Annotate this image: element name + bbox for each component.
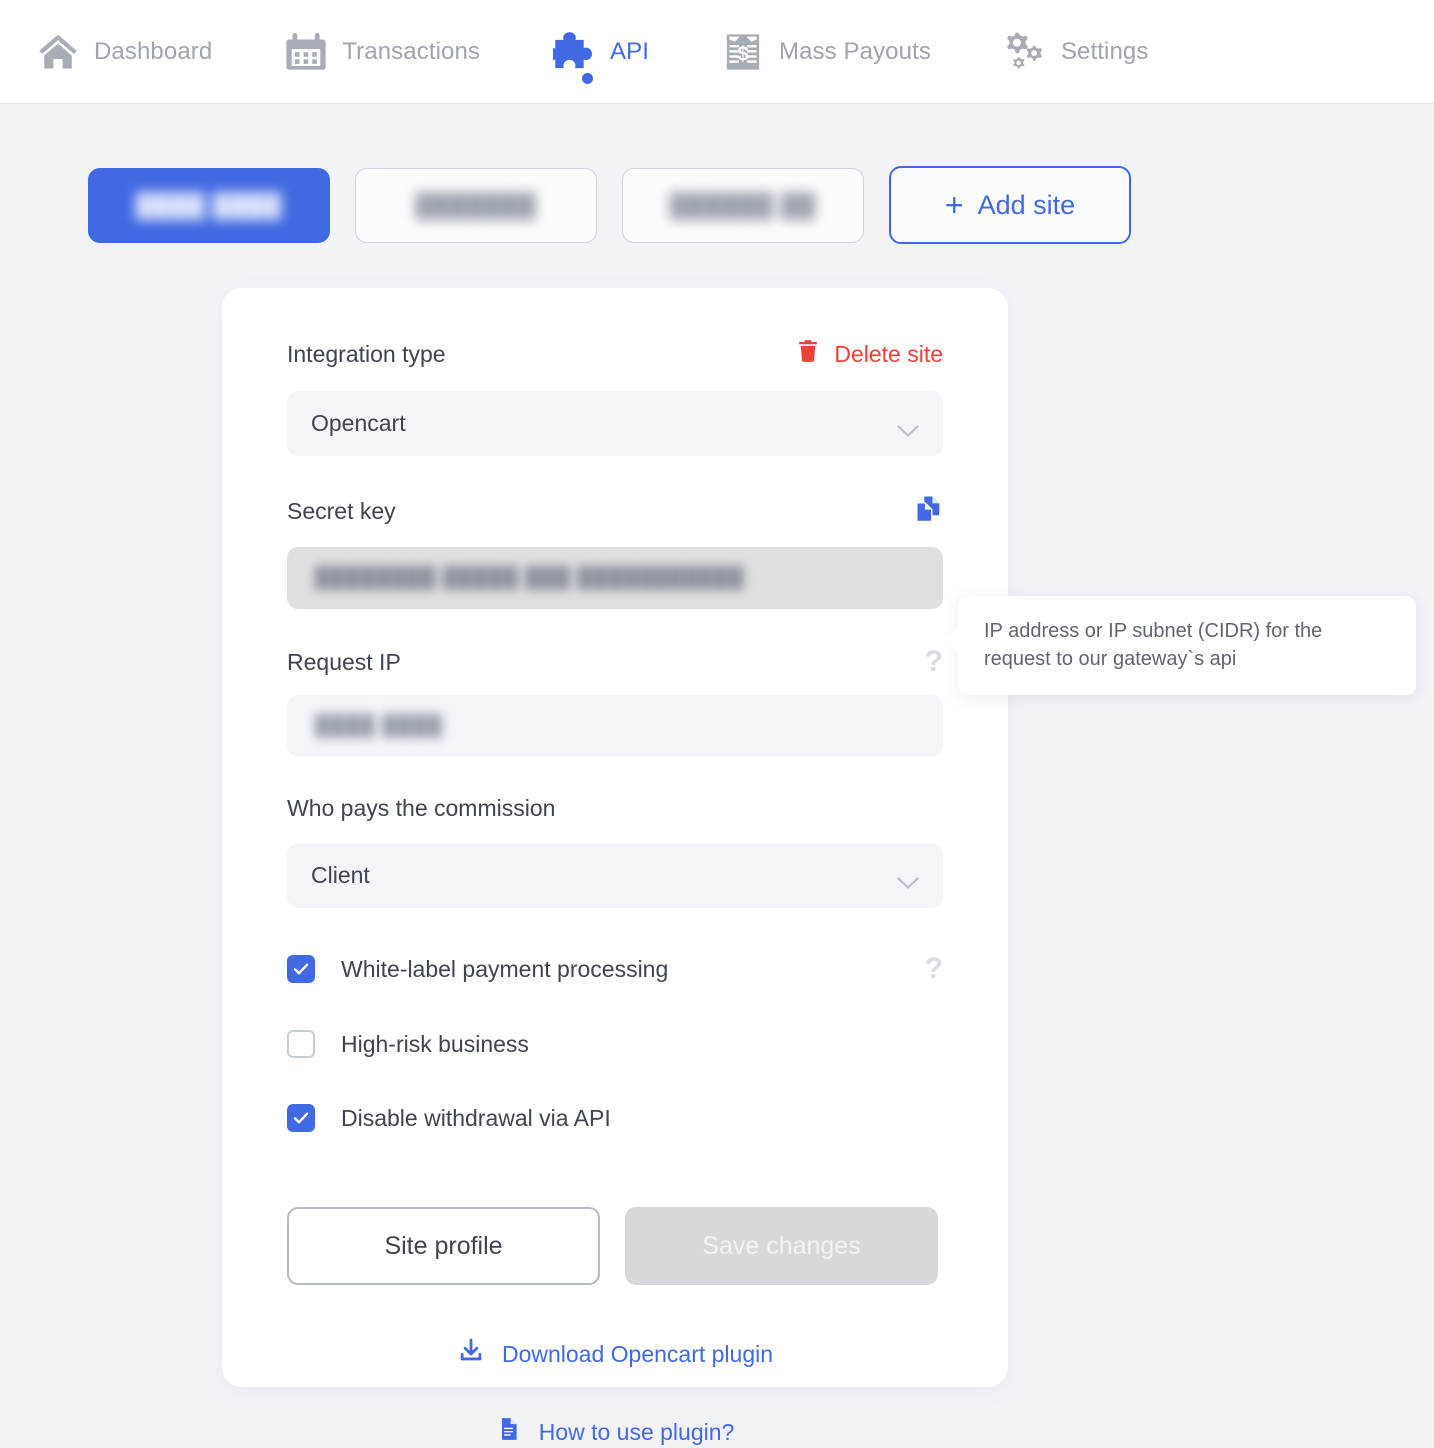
delete-site-label: Delete site: [834, 340, 943, 367]
nav-label-transactions: Transactions: [342, 37, 481, 65]
how-to-use-plugin-link[interactable]: How to use plugin?: [287, 1416, 943, 1448]
nav-item-mass-payouts[interactable]: $ Mass Payouts: [703, 0, 949, 104]
copy-icon[interactable]: [913, 494, 943, 529]
tooltip-text: IP address or IP subnet (CIDR) for the r…: [984, 620, 1323, 671]
document-icon: [496, 1416, 522, 1448]
site-profile-label: Site profile: [384, 1231, 503, 1260]
trash-icon: [795, 338, 821, 370]
svg-text:$: $: [737, 43, 748, 65]
plus-icon: +: [944, 187, 964, 223]
nav-item-dashboard[interactable]: Dashboard: [18, 0, 230, 104]
request-ip-tooltip: IP address or IP subnet (CIDR) for the r…: [958, 596, 1416, 695]
help-icon-white-label[interactable]: ?: [925, 954, 943, 984]
chevron-down-icon: [897, 869, 919, 890]
checkbox-high-risk[interactable]: [287, 1030, 315, 1058]
secret-key-value: ████████ █████ ███ ███████████: [315, 566, 745, 589]
request-ip-label: Request IP: [287, 648, 401, 675]
add-site-button[interactable]: + Add site: [889, 166, 1131, 244]
site-tab-1[interactable]: ████ ████: [88, 167, 330, 243]
integration-type-label: Integration type: [287, 340, 446, 367]
save-changes-button[interactable]: Save changes: [625, 1207, 938, 1285]
download-plugin-label: Download Opencart plugin: [501, 1340, 774, 1367]
commission-select[interactable]: Client: [287, 843, 943, 908]
request-ip-header: Request IP ?: [287, 647, 943, 677]
site-tab-2[interactable]: ███████: [355, 167, 597, 243]
puzzle-piece-icon: [552, 30, 596, 74]
request-ip-value: ████ ████: [315, 714, 443, 737]
card-actions: Site profile Save changes: [287, 1207, 943, 1285]
nav-item-api[interactable]: API: [534, 0, 667, 104]
checkbox-row-white-label: White-label payment processing ?: [287, 954, 943, 984]
request-ip-input[interactable]: ████ ████: [287, 695, 943, 757]
active-indicator-dot: [582, 72, 594, 84]
gears-icon: [1003, 30, 1047, 74]
secret-key-header: Secret key: [287, 494, 943, 529]
help-icon-request-ip[interactable]: ?: [925, 647, 943, 677]
checkbox-white-label[interactable]: [287, 955, 315, 983]
integration-type-value: Opencart: [311, 410, 406, 436]
site-tab-label: ██████ ██: [670, 191, 816, 218]
calendar-icon: [284, 30, 328, 74]
download-icon: [457, 1337, 485, 1371]
checkbox-label-white-label: White-label payment processing: [341, 955, 669, 982]
nav-label-settings: Settings: [1060, 37, 1149, 65]
checkbox-row-high-risk: High-risk business: [287, 1030, 943, 1058]
add-site-label: Add site: [977, 189, 1076, 220]
site-tab-label: ███████: [415, 191, 537, 218]
save-changes-label: Save changes: [702, 1231, 861, 1260]
site-settings-card: Integration type Delete site Opencart Se…: [222, 288, 1008, 1445]
secret-key-input[interactable]: ████████ █████ ███ ███████████: [287, 547, 943, 609]
nav-label-mass-payouts: Mass Payouts: [779, 37, 931, 65]
home-icon: [36, 30, 80, 74]
nav-label-api: API: [610, 37, 649, 65]
chevron-down-icon: [897, 417, 919, 438]
site-tab-3[interactable]: ██████ ██: [622, 167, 864, 243]
integration-type-header: Integration type Delete site: [287, 288, 943, 370]
checkbox-row-disable-withdrawal: Disable withdrawal via API: [287, 1104, 943, 1132]
site-tabs-row: ████ ████ ███████ ██████ ██ + Add site: [0, 104, 1434, 244]
nav-label-dashboard: Dashboard: [94, 37, 213, 65]
cash-stack-icon: $: [721, 30, 765, 74]
delete-site-button[interactable]: Delete site: [795, 338, 943, 370]
integration-type-select[interactable]: Opencart: [287, 391, 943, 456]
top-navigation: Dashboard Transactions API $ Mass Payout…: [0, 0, 1434, 104]
secret-key-label: Secret key: [287, 498, 396, 524]
site-tab-label: ████ ████: [136, 191, 282, 218]
checkbox-label-disable-withdrawal: Disable withdrawal via API: [341, 1104, 611, 1131]
site-profile-button[interactable]: Site profile: [287, 1207, 600, 1285]
commission-value: Client: [311, 862, 370, 888]
checkbox-disable-withdrawal[interactable]: [287, 1104, 315, 1132]
download-plugin-link[interactable]: Download Opencart plugin: [287, 1337, 943, 1371]
checkbox-label-high-risk: High-risk business: [341, 1030, 529, 1057]
commission-label: Who pays the commission: [287, 795, 556, 821]
nav-item-transactions[interactable]: Transactions: [266, 0, 498, 104]
nav-item-settings[interactable]: Settings: [985, 0, 1167, 104]
how-to-use-label: How to use plugin?: [538, 1418, 735, 1445]
commission-header: Who pays the commission: [287, 795, 943, 822]
